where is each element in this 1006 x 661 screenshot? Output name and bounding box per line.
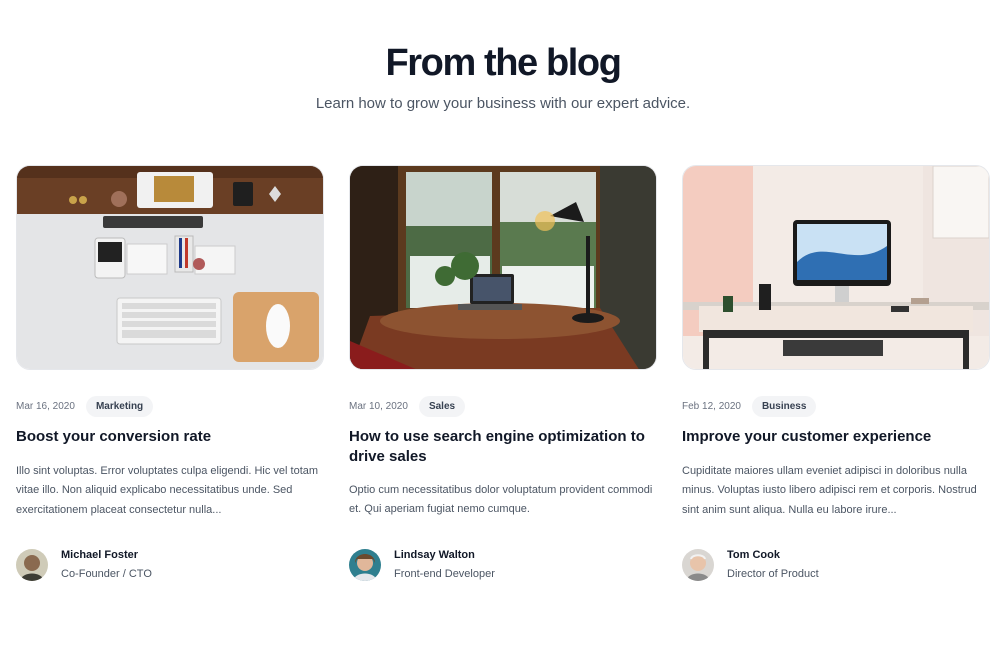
post-date: Feb 12, 2020 [682, 400, 741, 412]
blog-post-card: Mar 16, 2020 Marketing Boost your conver… [16, 165, 324, 581]
post-author: Lindsay Walton Front-end Developer [349, 548, 495, 581]
blog-post-card: Mar 10, 2020 Sales How to use search eng… [349, 165, 657, 581]
blog-header: From the blog Learn how to grow your bus… [0, 40, 1006, 114]
post-image[interactable] [16, 165, 324, 370]
post-excerpt: Illo sint voluptas. Error voluptates cul… [16, 465, 319, 516]
category-badge[interactable]: Sales [418, 395, 466, 417]
post-excerpt: Optio cum necessitatibus dolor voluptatu… [349, 484, 653, 516]
post-author: Tom Cook Director of Product [682, 548, 819, 581]
avatar[interactable] [16, 548, 48, 581]
post-date: Mar 10, 2020 [349, 400, 408, 412]
post-meta: Mar 10, 2020 Sales [349, 393, 466, 419]
post-excerpt: Cupiditate maiores ullam eveniet adipisc… [682, 465, 977, 516]
author-name[interactable]: Lindsay Walton [394, 548, 495, 562]
author-name[interactable]: Michael Foster [61, 548, 152, 562]
category-badge[interactable]: Marketing [85, 395, 154, 417]
blog-post-card: Feb 12, 2020 Business Improve your custo… [682, 165, 990, 581]
avatar[interactable] [682, 548, 714, 581]
category-badge[interactable]: Business [751, 395, 817, 417]
author-role: Director of Product [727, 568, 819, 580]
post-image[interactable] [682, 165, 990, 370]
desk-top-view-photo [17, 166, 323, 369]
post-meta: Feb 12, 2020 Business [682, 393, 817, 419]
page-title: From the blog [385, 42, 622, 84]
author-role: Front-end Developer [394, 568, 495, 580]
author-role: Co-Founder / CTO [61, 568, 152, 580]
imac-desk-photo [683, 166, 989, 369]
post-author: Michael Foster Co-Founder / CTO [16, 548, 152, 581]
post-title[interactable]: Boost your conversion rate [16, 427, 316, 447]
post-date: Mar 16, 2020 [16, 400, 75, 412]
post-title[interactable]: Improve your customer experience [682, 427, 982, 447]
window-desk-laptop-photo [350, 166, 656, 369]
post-title[interactable]: How to use search engine optimization to… [349, 427, 649, 467]
post-image[interactable] [349, 165, 657, 370]
page-subtitle: Learn how to grow your business with our… [315, 95, 691, 112]
author-name[interactable]: Tom Cook [727, 548, 819, 562]
post-meta: Mar 16, 2020 Marketing [16, 393, 154, 419]
avatar[interactable] [349, 548, 381, 581]
